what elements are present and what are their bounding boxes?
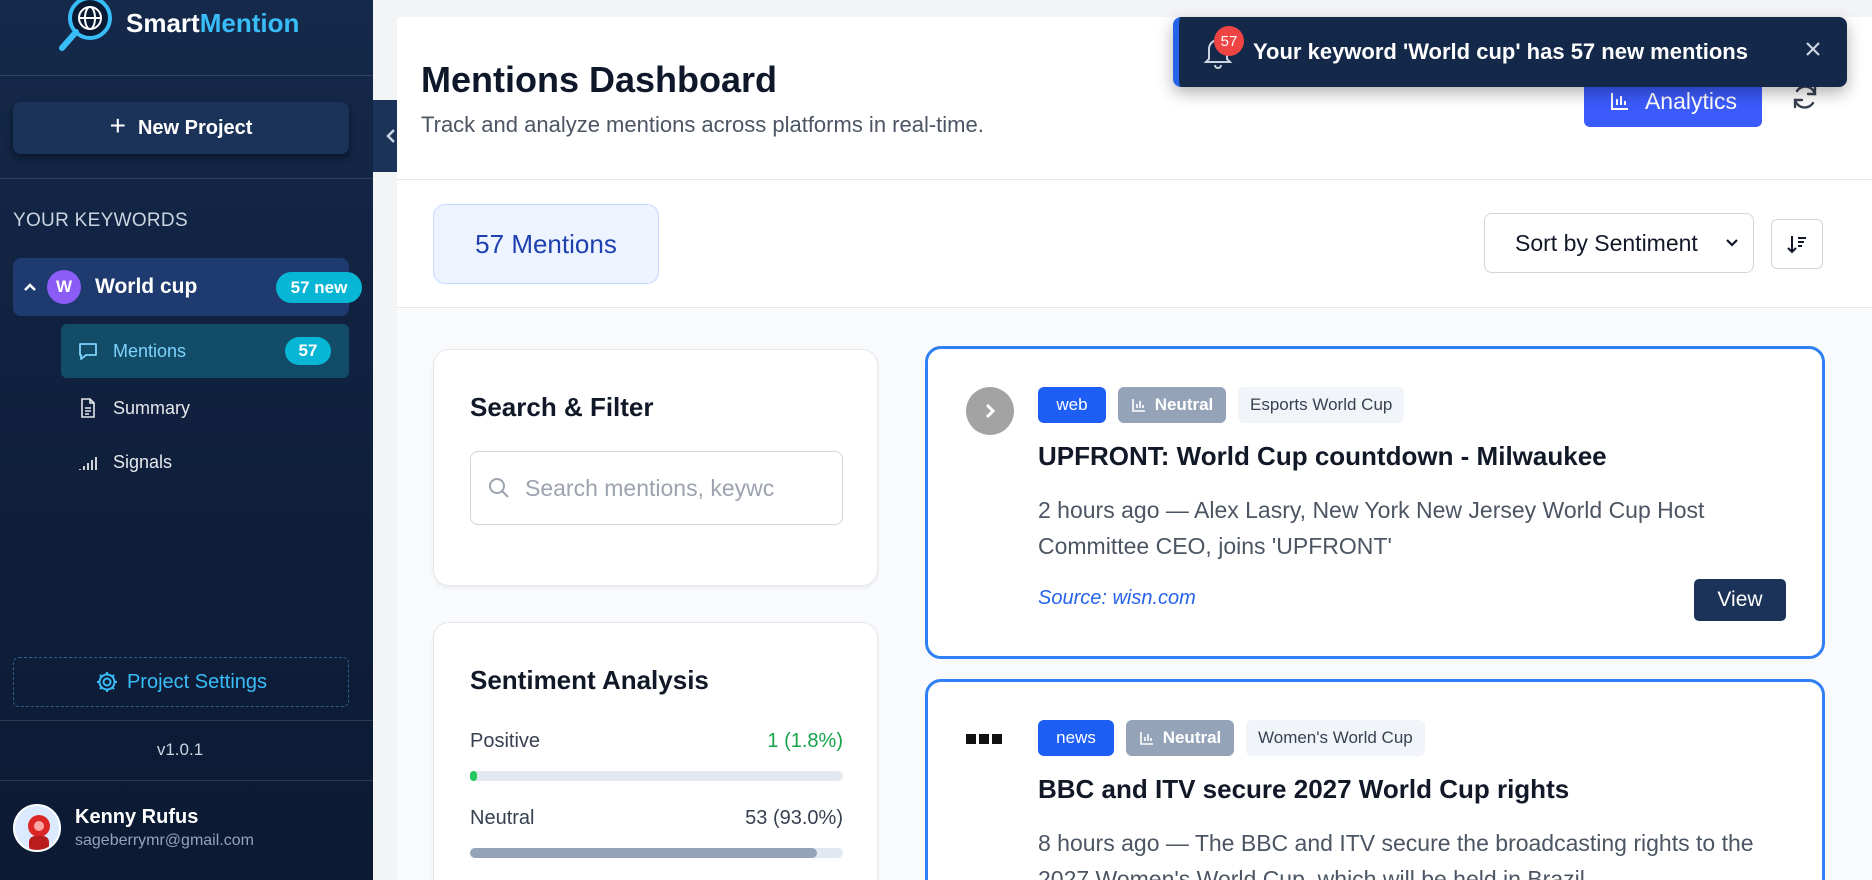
bar-chart-icon <box>1131 399 1145 412</box>
page-title: Mentions Dashboard <box>421 59 778 100</box>
divider <box>0 178 373 179</box>
sort-select[interactable]: Sort by Sentiment <box>1484 213 1754 273</box>
toast-message: Your keyword 'World cup' has 57 new ment… <box>1253 39 1748 64</box>
positive-value: 1 (1.8%) <box>767 730 843 752</box>
notification-count-badge: 57 <box>1214 26 1244 56</box>
divider <box>0 720 373 721</box>
plus-icon: + <box>109 110 126 141</box>
nav-label: Mentions <box>113 340 187 361</box>
sentiment-tag: Neutral <box>1126 720 1234 756</box>
avatar <box>13 804 61 852</box>
version-label: v1.0.1 <box>156 740 204 759</box>
keyword-name: World cup <box>95 275 198 298</box>
sidebar: SmartMention + New Project YOUR KEYWORDS… <box>0 0 373 880</box>
user-profile[interactable]: Kenny Rufus sageberrymr@gmail.com <box>13 804 254 852</box>
bar-chart-icon <box>1610 93 1628 110</box>
nav-item-summary[interactable]: Summary <box>61 381 349 435</box>
mention-title[interactable]: BBC and ITV secure 2027 World Cup rights <box>1038 774 1569 805</box>
positive-bar-fill <box>470 771 477 781</box>
topic-tag: Women's World Cup <box>1246 720 1425 756</box>
sort-descending-icon <box>1787 236 1806 254</box>
brand-name: SmartMention <box>126 8 300 38</box>
neutral-bar <box>470 848 843 858</box>
chevron-up-icon[interactable] <box>23 280 37 294</box>
sentiment-analysis-card: Sentiment Analysis Positive 1 (1.8%) Neu… <box>433 622 878 880</box>
sort-direction-button[interactable] <box>1771 219 1823 269</box>
keyword-item-world-cup[interactable]: W World cup 57 new <box>13 258 362 316</box>
signal-bars-icon <box>79 457 97 470</box>
new-count-badge: 57 new <box>276 272 362 303</box>
topic-tag: Esports World Cup <box>1238 387 1405 423</box>
close-icon[interactable] <box>1803 39 1823 59</box>
brand[interactable]: SmartMention <box>0 0 373 76</box>
keyword-avatar: W <box>47 270 81 304</box>
nav-label: Signals <box>113 451 173 472</box>
user-name: Kenny Rufus <box>75 806 199 828</box>
page-subtitle: Track and analyze mentions across platfo… <box>421 112 984 137</box>
mention-card[interactable]: news Neutral Women's World Cup BBC and I… <box>925 679 1825 880</box>
neutral-bar-fill <box>470 848 817 858</box>
bar-chart-icon <box>1139 732 1153 745</box>
sentiment-tag: Neutral <box>1118 387 1226 423</box>
search-icon <box>489 478 509 498</box>
source-tag: news <box>1038 720 1114 756</box>
notification-toast[interactable]: 57 Your keyword 'World cup' has 57 new m… <box>1173 17 1847 87</box>
sentiment-title: Sentiment Analysis <box>470 665 709 695</box>
chevron-left-icon <box>386 129 395 143</box>
mentions-count-badge: 57 <box>285 337 331 365</box>
sentiment-row-positive: Positive 1 (1.8%) <box>470 730 843 752</box>
view-button[interactable]: View <box>1694 579 1786 621</box>
project-settings-button[interactable]: Project Settings <box>13 657 349 707</box>
expand-chevron-icon[interactable] <box>966 387 1014 435</box>
mention-description: 8 hours ago — The BBC and ITV secure the… <box>1038 830 1754 880</box>
source-tag: web <box>1038 387 1106 423</box>
mention-description: 2 hours ago — Alex Lasry, New York New J… <box>1038 497 1705 559</box>
new-project-button[interactable]: + New Project <box>13 102 349 154</box>
positive-bar <box>470 771 843 781</box>
keywords-heading: YOUR KEYWORDS <box>13 210 188 231</box>
search-input[interactable]: Search mentions, keywc <box>470 451 843 525</box>
document-icon <box>81 398 95 418</box>
more-dots-icon[interactable] <box>966 732 1002 750</box>
mentions-count-pill: 57 Mentions <box>433 204 659 284</box>
search-filter-title: Search & Filter <box>470 392 654 422</box>
nav-item-signals[interactable]: Signals <box>61 435 349 489</box>
main-content: Mentions Dashboard Track and analyze men… <box>397 17 1872 880</box>
chevron-down-icon <box>1726 239 1738 247</box>
user-email: sageberrymr@gmail.com <box>75 832 254 849</box>
mention-title[interactable]: UPFRONT: World Cup countdown - Milwaukee <box>1038 441 1607 472</box>
gear-icon <box>96 672 117 692</box>
mention-card[interactable]: web Neutral Esports World Cup UPFRONT: W… <box>925 346 1825 659</box>
mention-source[interactable]: Source: wisn.com <box>1038 587 1196 610</box>
sentiment-row-neutral: Neutral 53 (93.0%) <box>470 807 843 829</box>
nav-item-mentions[interactable]: Mentions 57 <box>61 324 349 378</box>
divider <box>0 780 373 781</box>
neutral-value: 53 (93.0%) <box>745 807 843 829</box>
globe-magnifier-logo-icon <box>56 0 114 54</box>
search-filter-card: Search & Filter Search mentions, keywc <box>433 349 878 586</box>
mentions-toolbar: 57 Mentions Sort by Sentiment <box>397 180 1872 308</box>
chat-bubble-icon <box>79 343 97 360</box>
nav-label: Summary <box>113 397 191 418</box>
content-area: Search & Filter Search mentions, keywc S… <box>397 309 1872 880</box>
